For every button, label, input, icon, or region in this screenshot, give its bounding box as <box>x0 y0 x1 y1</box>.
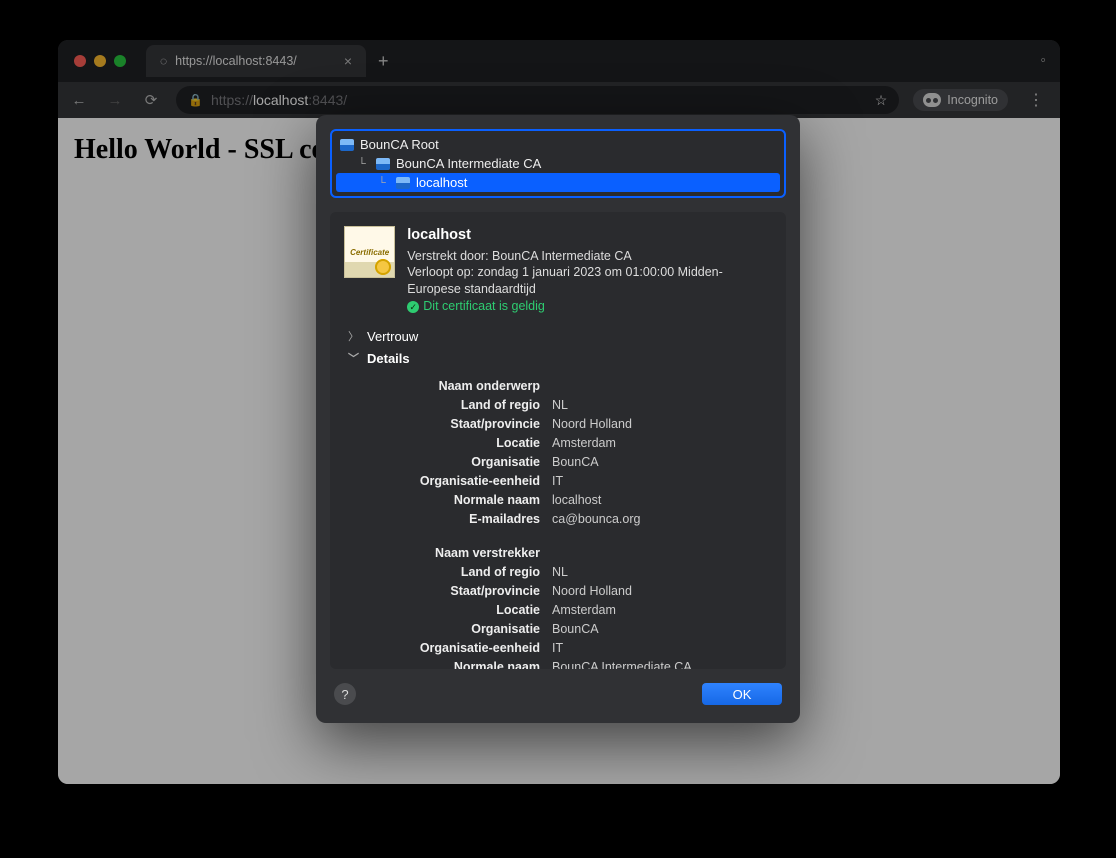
incognito-badge[interactable]: Incognito <box>913 89 1008 111</box>
certificate-valid-status: ✓ Dit certificaat is geldig <box>407 298 772 315</box>
back-button[interactable]: ← <box>68 92 90 109</box>
incognito-label: Incognito <box>947 93 998 107</box>
forward-button: → <box>104 92 126 109</box>
chain-item-intermediate[interactable]: └ BounCA Intermediate CA <box>336 154 780 173</box>
value-subject-locality: Amsterdam <box>552 436 756 450</box>
incognito-icon <box>923 93 941 107</box>
tab-strip: ◌ https://localhost:8443/ × + ◦ <box>58 40 1060 82</box>
value-subject-cn: localhost <box>552 493 756 507</box>
label-locality: Locatie <box>360 603 540 617</box>
value-subject-country: NL <box>552 398 756 412</box>
label-email: E-mailadres <box>360 512 540 526</box>
browser-tab[interactable]: ◌ https://localhost:8443/ × <box>146 45 366 77</box>
window-indicator-icon: ◦ <box>1040 52 1060 70</box>
certificate-expiry: Verloopt op: zondag 1 januari 2023 om 01… <box>407 264 772 298</box>
address-bar[interactable]: 🔒 https://localhost:8443/ ☆ <box>176 86 899 114</box>
chain-item-root[interactable]: BounCA Root <box>336 135 780 154</box>
minimize-window-button[interactable] <box>94 55 106 67</box>
chevron-right-icon: 〉 <box>348 328 359 344</box>
value-issuer-state: Noord Holland <box>552 584 756 598</box>
dialog-footer: ? OK <box>330 669 786 709</box>
label-org: Organisatie <box>360 622 540 636</box>
value-subject-state: Noord Holland <box>552 417 756 431</box>
certificate-issued-by: Verstrekt door: BounCA Intermediate CA <box>407 248 772 265</box>
value-subject-ou: IT <box>552 474 756 488</box>
browser-menu-button[interactable]: ⋮ <box>1022 90 1050 110</box>
certificate-common-name: localhost <box>407 226 772 246</box>
certificate-chain: BounCA Root └ BounCA Intermediate CA └ l… <box>330 129 786 198</box>
label-locality: Locatie <box>360 436 540 450</box>
chain-leaf-label: localhost <box>416 175 467 190</box>
certificate-icon <box>340 139 354 151</box>
tree-branch-icon: └ <box>378 177 390 189</box>
tree-branch-icon: └ <box>358 158 370 170</box>
tab-title: https://localhost:8443/ <box>175 54 336 68</box>
globe-icon: ◌ <box>160 54 167 68</box>
chain-root-label: BounCA Root <box>360 137 439 152</box>
chain-intermediate-label: BounCA Intermediate CA <box>396 156 541 171</box>
label-cn: Normale naam <box>360 493 540 507</box>
tab-close-icon[interactable]: × <box>344 53 352 69</box>
label-country: Land of regio <box>360 398 540 412</box>
value-subject-org: BounCA <box>552 455 756 469</box>
certificate-icon <box>376 158 390 170</box>
lock-icon[interactable]: 🔒 <box>188 93 203 107</box>
label-ou: Organisatie-eenheid <box>360 474 540 488</box>
certificate-badge-icon: Certificate <box>344 226 395 278</box>
value-issuer-cn: BounCA Intermediate CA <box>552 660 756 669</box>
subject-section-title: Naam onderwerp <box>360 379 540 393</box>
certificate-header: Certificate localhost Verstrekt door: Bo… <box>330 212 786 325</box>
label-country: Land of regio <box>360 565 540 579</box>
value-issuer-locality: Amsterdam <box>552 603 756 617</box>
reload-button[interactable]: ⟳ <box>140 91 162 109</box>
maximize-window-button[interactable] <box>114 55 126 67</box>
label-state: Staat/provincie <box>360 417 540 431</box>
details-section-toggle[interactable]: ﹀ Details <box>330 347 786 369</box>
certificate-meta: localhost Verstrekt door: BounCA Interme… <box>407 226 772 315</box>
chevron-down-icon: ﹀ <box>348 350 359 366</box>
window-controls <box>68 55 132 67</box>
close-window-button[interactable] <box>74 55 86 67</box>
ok-button[interactable]: OK <box>702 683 782 705</box>
certificate-icon <box>396 177 410 189</box>
label-cn: Normale naam <box>360 660 540 669</box>
issuer-section-title: Naam verstrekker <box>360 546 540 560</box>
value-issuer-ou: IT <box>552 641 756 655</box>
value-issuer-org: BounCA <box>552 622 756 636</box>
trust-section-toggle[interactable]: 〉 Vertrouw <box>330 325 786 347</box>
bookmark-star-icon[interactable]: ☆ <box>875 92 888 109</box>
certificate-details-panel[interactable]: Certificate localhost Verstrekt door: Bo… <box>330 212 786 669</box>
toolbar: ← → ⟳ 🔒 https://localhost:8443/ ☆ Incogn… <box>58 82 1060 118</box>
help-button[interactable]: ? <box>334 683 356 705</box>
chain-item-leaf[interactable]: └ localhost <box>336 173 780 192</box>
url-text: https://localhost:8443/ <box>211 92 867 108</box>
label-state: Staat/provincie <box>360 584 540 598</box>
trust-section-label: Vertrouw <box>367 329 418 344</box>
checkmark-icon: ✓ <box>407 301 419 313</box>
subject-details: Naam onderwerp Land of regio NL Staat/pro… <box>330 369 786 669</box>
value-subject-email: ca@bounca.org <box>552 512 756 526</box>
label-ou: Organisatie-eenheid <box>360 641 540 655</box>
certificate-dialog: BounCA Root └ BounCA Intermediate CA └ l… <box>316 115 800 723</box>
new-tab-button[interactable]: + <box>366 51 401 72</box>
value-issuer-country: NL <box>552 565 756 579</box>
details-section-label: Details <box>367 351 410 366</box>
label-org: Organisatie <box>360 455 540 469</box>
